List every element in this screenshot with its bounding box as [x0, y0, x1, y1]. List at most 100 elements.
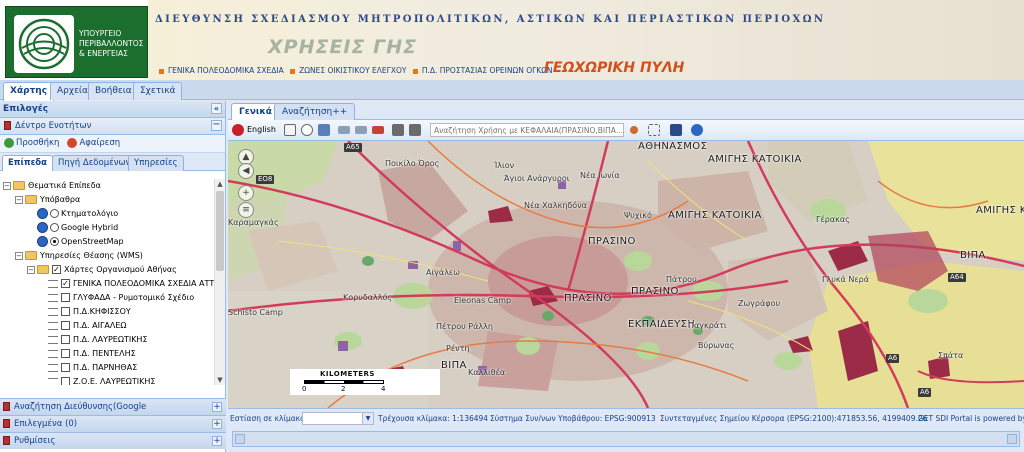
- tree-layer-item[interactable]: Π.Δ. ΑΙΓΑΛΕΩ: [0, 319, 214, 333]
- tab-services[interactable]: Υπηρεσίες: [128, 155, 184, 171]
- land-use-search-input[interactable]: [430, 123, 624, 137]
- collapse-node-icon[interactable]: −: [15, 195, 23, 204]
- scroll-left-icon[interactable]: [235, 434, 245, 444]
- layer-checkbox[interactable]: [61, 293, 70, 302]
- tab-data-source[interactable]: Πηγή Δεδομένων: [52, 155, 137, 171]
- minimize-icon[interactable]: −: [211, 120, 222, 131]
- zoom-slider-icon[interactable]: ≡: [238, 202, 254, 218]
- scroll-right-icon[interactable]: [1007, 434, 1017, 444]
- tree-node-thematic[interactable]: − Θεματικά Επίπεδα: [0, 179, 214, 193]
- map-tiles: [228, 141, 1024, 408]
- map-label: ΑΜΙΓΗΣ ΚΑΤΟΙΚΙΑ: [708, 154, 802, 165]
- node-label: Υπόβαθρα: [40, 195, 81, 204]
- tab-map[interactable]: Χάρτης: [3, 82, 55, 101]
- measure-length-icon[interactable]: [338, 126, 350, 134]
- layer-checkbox[interactable]: [61, 335, 70, 344]
- osm-radio[interactable]: [50, 237, 59, 246]
- expand-icon[interactable]: +: [212, 436, 222, 446]
- layer-checkbox[interactable]: [61, 349, 70, 358]
- tree-layer-item[interactable]: Π.Δ. ΛΑΥΡΕΩΤΙΚΗΣ: [0, 333, 214, 347]
- collapse-node-icon[interactable]: −: [3, 181, 11, 190]
- collapse-left-icon[interactable]: «: [211, 103, 222, 114]
- save-icon[interactable]: [670, 124, 682, 136]
- ministry-name: ΥΠΟΥΡΓΕΙΟ ΠΕΡΙΒΑΛΛΟΝΤΟΣ & ΕΝΕΡΓΕΙΑΣ: [79, 29, 143, 59]
- layer-checkbox[interactable]: [61, 363, 70, 372]
- tree-layer-item[interactable]: Π.Δ.ΚΗΦΙΣΣΟΥ: [0, 305, 214, 319]
- tree-layer-item[interactable]: Ζ.Ο.Ε. ΛΑΥΡΕΩΤΙΚΗΣ: [0, 375, 214, 385]
- add-layer-button[interactable]: Προσθήκη: [4, 137, 59, 148]
- tree-layer-item[interactable]: Π.Δ. ΠΕΝΤΕΛΗΣ: [0, 347, 214, 361]
- map-label: ΠΡΑΣΙΝΟ: [631, 286, 679, 297]
- tab-help[interactable]: Βοήθεια: [88, 82, 139, 100]
- tree-node-osm[interactable]: OpenStreetMap: [0, 235, 214, 249]
- binoculars-icon[interactable]: [409, 124, 421, 136]
- cadastre-radio[interactable]: [50, 209, 59, 218]
- link-mountain-protection[interactable]: Π.Δ. ΠΡΟΣΤΑΣΙΑΣ ΟΡΕΙΝΩΝ ΟΓΚΩΝ: [422, 66, 553, 75]
- scale-tick: 0: [302, 385, 307, 393]
- expand-icon[interactable]: +: [212, 402, 222, 412]
- scroll-up-icon[interactable]: ▲: [215, 179, 225, 189]
- tab-advanced-search[interactable]: Αναζήτηση++: [274, 103, 356, 120]
- tab-about[interactable]: Σχετικά: [133, 82, 183, 100]
- select-icon[interactable]: [648, 124, 660, 136]
- tree-node-google[interactable]: Google Hybrid: [0, 221, 214, 235]
- tree-layer-item[interactable]: Π.Δ. ΠΑΡΝΗΘΑΣ: [0, 361, 214, 375]
- tree-node-wms[interactable]: − Υπηρεσίες Θέασης (WMS): [0, 249, 214, 263]
- folder-icon: [25, 195, 37, 204]
- google-radio[interactable]: [50, 223, 59, 232]
- language-button[interactable]: English: [247, 125, 276, 134]
- info-icon[interactable]: [392, 124, 404, 136]
- panel-selected[interactable]: Επιλεγμένα (0) +: [0, 415, 226, 432]
- tree-scrollbar[interactable]: ▲ ▼: [214, 179, 225, 385]
- node-label: Υπηρεσίες Θέασης (WMS): [40, 251, 143, 260]
- panel-title: Ρυθμίσεις: [14, 436, 56, 446]
- tree-node-cadastre[interactable]: Κτηματολόγιο: [0, 207, 214, 221]
- full-extent-icon[interactable]: [318, 124, 330, 136]
- tab-layers[interactable]: Επίπεδα: [2, 155, 53, 171]
- map-toolbar: English: [228, 120, 1024, 141]
- map-label: ΒΙΠΑ: [441, 360, 467, 371]
- chevron-down-icon[interactable]: ▼: [362, 413, 373, 424]
- remove-layer-button[interactable]: Αφαίρεση: [67, 137, 121, 148]
- locate-icon[interactable]: [630, 126, 638, 134]
- panel-address-search[interactable]: Αναζήτηση Διεύθυνσης(Google Γεωκωδικοποί…: [0, 398, 226, 428]
- layer-checkbox[interactable]: [61, 321, 70, 330]
- measure-area-icon[interactable]: [355, 126, 367, 134]
- link-master-plans[interactable]: ΓΕΝΙΚΑ ΠΟΛΕΟΔΟΜΙΚΑ ΣΧΕΔΙΑ: [168, 66, 284, 75]
- tree-layer-item[interactable]: ✓ ΓΕΝΙΚΑ ΠΟΛΕΟΔΟΜΙΚΑ ΣΧΕΔΙΑ ΑΤΤΙΚ: [0, 277, 214, 291]
- tab-general[interactable]: Γενικά: [231, 103, 280, 120]
- zoom-in-icon[interactable]: +: [238, 185, 254, 201]
- map-label: ΑΘΗΝΑΣΜΟΣ: [638, 141, 708, 152]
- layer-checkbox[interactable]: ✓: [61, 279, 70, 288]
- panel-settings[interactable]: Ρυθμίσεις +: [0, 432, 226, 449]
- layer-label: Π.Δ. ΠΕΝΤΕΛΗΣ: [73, 349, 136, 358]
- options-header: Επιλογές «: [0, 101, 225, 118]
- flag-icon[interactable]: [232, 124, 244, 136]
- pan-hand-icon[interactable]: [284, 124, 296, 136]
- zoom-in-icon[interactable]: [301, 124, 313, 136]
- footer-scroller[interactable]: [232, 431, 1020, 447]
- status-bar: Εστίαση σε κλίμακα: ▼ Τρέχουσα κλίμακα: …: [228, 408, 1024, 428]
- collapse-node-icon[interactable]: −: [15, 251, 23, 260]
- pan-left-icon[interactable]: ◀: [238, 163, 254, 179]
- tree-node-base[interactable]: − Υπόβαθρα: [0, 193, 214, 207]
- layer-checkbox[interactable]: [61, 377, 70, 385]
- scroll-thumb[interactable]: [216, 191, 224, 271]
- remove-label: Αφαίρεση: [79, 138, 121, 148]
- link-control-zones[interactable]: ΖΩΝΕΣ ΟΙΚΙΣΤΙΚΟΥ ΕΛΕΓΧΟΥ: [299, 66, 406, 75]
- map-canvas[interactable]: ▲ ◀ + ≡ ΑΘΗΝΑΣΜΟΣ ΑΜΙΓΗΣ ΚΑΤΟΙΚΙΑ ΑΜΙΓΗΣ…: [228, 141, 1024, 408]
- athens-org-checkbox[interactable]: ✓: [52, 265, 61, 274]
- collapse-node-icon[interactable]: −: [27, 265, 35, 274]
- tree-layer-item[interactable]: ΓΛΥΦΑΔΑ - Ρυμοτομικό Σχέδιο: [0, 291, 214, 305]
- layer-checkbox[interactable]: [61, 307, 70, 316]
- tree-node-athens-org[interactable]: − ✓ Χάρτες Οργανισμού Αθήνας: [0, 263, 214, 277]
- map-label: ΒΙΠΑ: [960, 250, 986, 261]
- panel-icon: [3, 419, 10, 428]
- expand-icon[interactable]: +: [212, 419, 222, 429]
- clear-measure-icon[interactable]: [372, 126, 384, 134]
- scroll-down-icon[interactable]: ▼: [215, 375, 225, 385]
- scale-select[interactable]: ▼: [302, 412, 374, 425]
- layer-label: Π.Δ.ΚΗΦΙΣΣΟΥ: [73, 307, 131, 316]
- globe-icon[interactable]: [691, 124, 703, 136]
- tree-panel-header[interactable]: Δέντρο Ενοτήτων −: [0, 118, 225, 135]
